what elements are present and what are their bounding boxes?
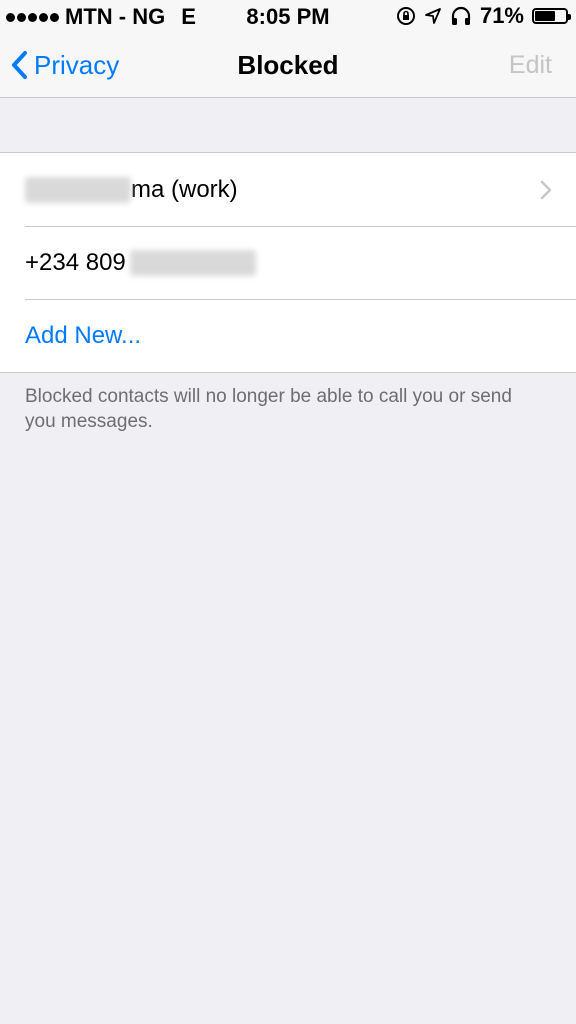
status-bar: MTN - NG E 8:05 PM 71% bbox=[0, 0, 576, 32]
contact-name-suffix: ma (work) bbox=[131, 175, 238, 203]
blocked-contact-row[interactable]: ma (work) bbox=[0, 153, 576, 226]
status-right: 71% bbox=[396, 3, 571, 29]
redacted-contact-name bbox=[25, 176, 131, 203]
add-new-label: Add New... bbox=[25, 321, 142, 349]
blocked-info-text: Blocked contacts will no longer be able … bbox=[25, 386, 512, 432]
edit-button[interactable]: Edit bbox=[509, 32, 552, 98]
battery-percentage: 71% bbox=[479, 3, 524, 28]
battery-fill bbox=[535, 11, 555, 21]
blocked-contacts-list: ma (work) +234 809 Add New... bbox=[0, 152, 576, 373]
chevron-right-icon bbox=[540, 180, 552, 199]
headphones-icon bbox=[451, 6, 471, 25]
page-title: Blocked bbox=[237, 50, 339, 80]
blocked-number-row[interactable]: +234 809 bbox=[0, 226, 576, 299]
rotation-lock-icon bbox=[396, 7, 415, 25]
battery-icon bbox=[532, 8, 571, 24]
navigation-bar: Privacy Blocked Edit bbox=[0, 32, 576, 98]
phone-number-prefix: +234 809 bbox=[25, 248, 126, 276]
add-new-button[interactable]: Add New... bbox=[0, 299, 576, 372]
location-arrow-icon bbox=[425, 8, 441, 24]
redacted-phone-number bbox=[129, 249, 256, 276]
